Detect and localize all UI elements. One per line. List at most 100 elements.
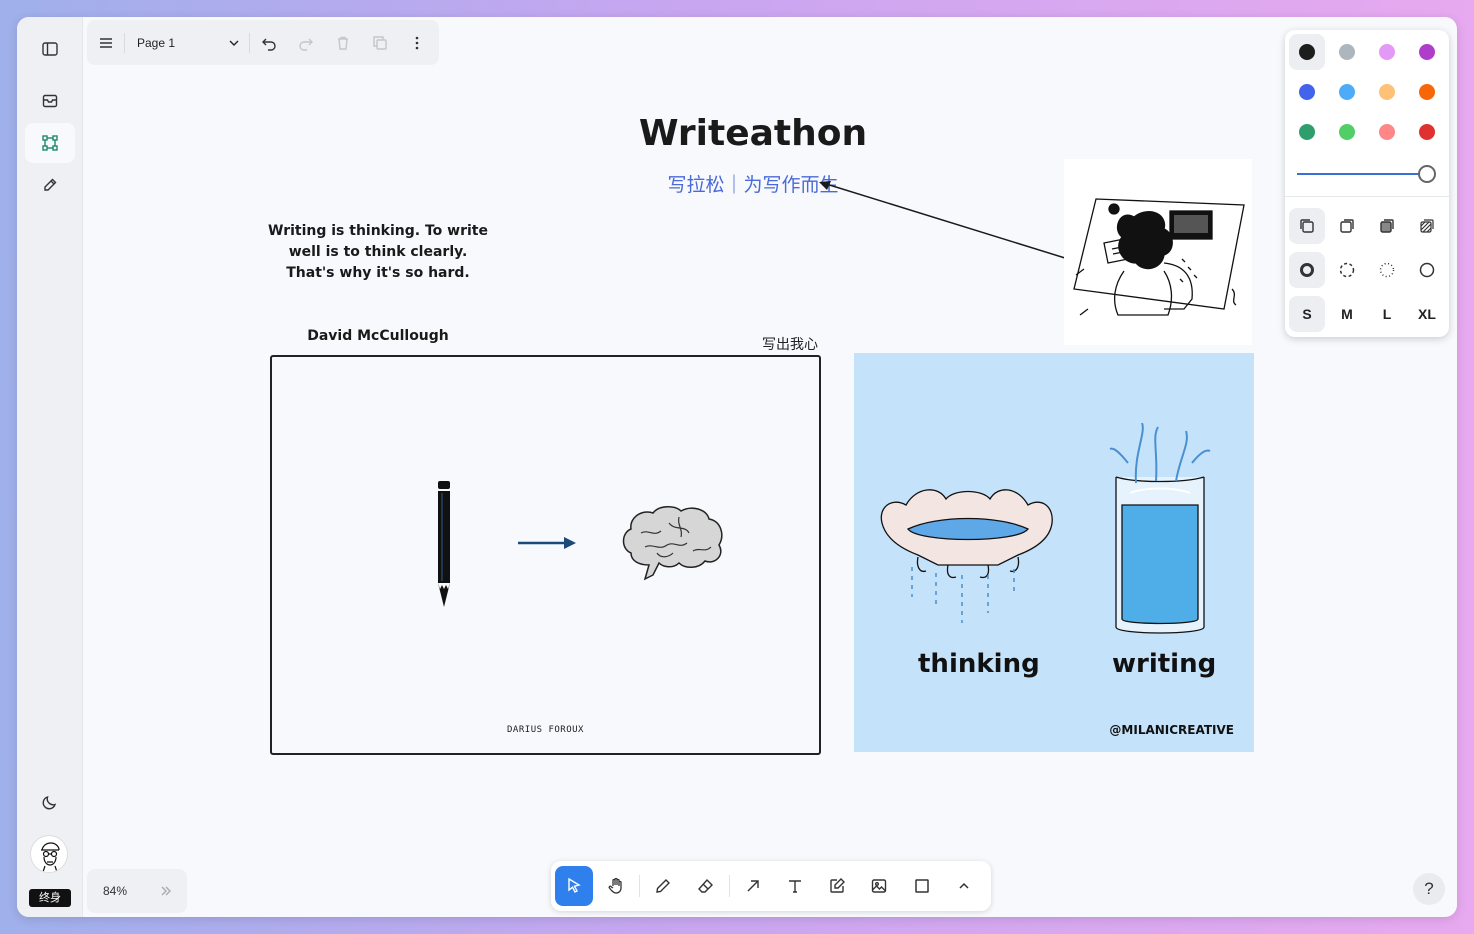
color-swatch[interactable] — [1289, 114, 1325, 150]
color-dot — [1339, 44, 1355, 60]
color-swatch[interactable] — [1409, 34, 1445, 70]
writing-label: writing — [1112, 649, 1216, 679]
membership-badge: 终身 — [29, 889, 71, 907]
frame-credit: DARIUS FOROUX — [272, 725, 819, 735]
color-swatch[interactable] — [1369, 114, 1405, 150]
rectangle-tool[interactable] — [903, 866, 941, 906]
color-swatch[interactable] — [1369, 34, 1405, 70]
size-s-button[interactable]: S — [1289, 296, 1325, 332]
cursor-icon — [565, 877, 583, 895]
arrow-tool[interactable] — [734, 866, 772, 906]
image-icon — [870, 877, 888, 895]
app-window: 终身 Page 1 Writeathon 写拉松｜为写作而生 — [17, 17, 1457, 917]
fill-solid-button[interactable] — [1369, 208, 1405, 244]
zoom-control[interactable]: 84% — [87, 869, 187, 913]
help-button[interactable]: ? — [1413, 873, 1445, 905]
color-swatch[interactable] — [1329, 34, 1365, 70]
fill-semi-button[interactable] — [1329, 208, 1365, 244]
dark-mode-button[interactable] — [25, 782, 75, 822]
color-swatch[interactable] — [1369, 74, 1405, 110]
rectangle-icon — [913, 877, 931, 895]
size-l-button[interactable]: L — [1369, 296, 1405, 332]
note-edit-icon — [828, 877, 846, 895]
eraser-tool[interactable] — [687, 866, 725, 906]
fill-pattern-icon — [1418, 217, 1436, 235]
size-m-button[interactable]: M — [1329, 296, 1365, 332]
eraser-icon — [697, 877, 715, 895]
sidebar-panel-icon — [41, 40, 59, 58]
frame-box[interactable]: DARIUS FOROUX — [270, 355, 821, 755]
color-dot — [1419, 84, 1435, 100]
chevron-up-icon — [955, 877, 973, 895]
stroke-solid-icon — [1418, 261, 1436, 279]
inbox-button[interactable] — [25, 81, 75, 121]
stroke-draw-button[interactable] — [1289, 252, 1325, 288]
cupped-hands-water-illustration — [878, 477, 1056, 627]
whiteboard-canvas[interactable]: Writeathon 写拉松｜为写作而生 Writing is thinking… — [83, 17, 1457, 917]
arrow-connector[interactable] — [803, 172, 1073, 282]
right-arrow-icon — [516, 535, 578, 551]
left-sidebar: 终身 — [17, 17, 83, 917]
moon-icon — [41, 793, 59, 811]
stroke-solid-button[interactable] — [1409, 252, 1445, 288]
brain-icon — [619, 503, 727, 585]
text-tool[interactable] — [776, 866, 814, 906]
divider — [639, 875, 640, 897]
color-swatch[interactable] — [1329, 74, 1365, 110]
size-xl-button[interactable]: XL — [1409, 296, 1445, 332]
opacity-slider-thumb[interactable] — [1418, 165, 1436, 183]
color-dot — [1339, 84, 1355, 100]
stroke-dotted-icon — [1378, 261, 1396, 279]
stroke-dashed-icon — [1338, 261, 1356, 279]
toggle-sidebar-button[interactable] — [25, 29, 75, 69]
thinking-writing-card[interactable]: thinking writing @MILANICREATIVE — [854, 353, 1254, 752]
edit-button[interactable] — [25, 165, 75, 205]
color-dot — [1299, 84, 1315, 100]
image-tool[interactable] — [860, 866, 898, 906]
zoom-level: 84% — [103, 884, 127, 898]
arrow-up-right-icon — [744, 877, 762, 895]
card-credit: @MILANICREATIVE — [1109, 723, 1234, 737]
stroke-dotted-button[interactable] — [1369, 252, 1405, 288]
color-swatch[interactable] — [1289, 34, 1325, 70]
note-tool[interactable] — [818, 866, 856, 906]
pencil-icon — [41, 176, 59, 194]
canvas-title[interactable]: Writeathon — [603, 113, 903, 154]
draw-tool[interactable] — [644, 866, 682, 906]
writer-illustration[interactable] — [1064, 159, 1252, 345]
pencil-drawing-icon — [434, 479, 454, 611]
fill-solid-icon — [1378, 217, 1396, 235]
quote-author[interactable]: David McCullough — [283, 328, 473, 344]
quote-text[interactable]: Writing is thinking. To write well is to… — [268, 221, 488, 284]
fill-pattern-button[interactable] — [1409, 208, 1445, 244]
avatar-face-icon — [31, 836, 68, 873]
text-icon — [786, 877, 804, 895]
double-chevron-right-icon[interactable] — [159, 884, 173, 898]
panel-divider — [1285, 196, 1449, 197]
whiteboard-button[interactable] — [25, 123, 75, 163]
color-dot — [1379, 124, 1395, 140]
color-swatch[interactable] — [1409, 74, 1445, 110]
color-dot — [1299, 124, 1315, 140]
color-swatch[interactable] — [1329, 114, 1365, 150]
divider — [729, 875, 730, 897]
color-swatch[interactable] — [1289, 74, 1325, 110]
fill-none-button[interactable] — [1289, 208, 1325, 244]
fill-none-icon — [1298, 217, 1316, 235]
overflowing-glass-illustration — [1106, 423, 1214, 637]
more-tools-button[interactable] — [945, 866, 983, 906]
frame-note[interactable]: 写出我心 — [738, 334, 818, 354]
hand-tool[interactable] — [597, 866, 635, 906]
avatar[interactable] — [30, 835, 68, 873]
color-dot — [1299, 44, 1315, 60]
stroke-dashed-button[interactable] — [1329, 252, 1365, 288]
bottom-toolbar — [551, 861, 991, 911]
stroke-draw-icon — [1298, 261, 1316, 279]
inbox-icon — [41, 92, 59, 110]
opacity-slider-track[interactable] — [1297, 173, 1427, 175]
color-swatch[interactable] — [1409, 114, 1445, 150]
pencil-icon — [654, 877, 672, 895]
select-tool[interactable] — [555, 866, 593, 906]
hand-icon — [607, 877, 625, 895]
style-panel: SMLXL — [1285, 30, 1449, 337]
